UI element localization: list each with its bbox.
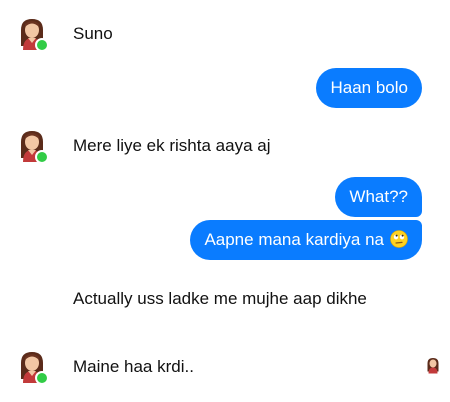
online-status-dot [35, 371, 49, 385]
contact-avatar-icon[interactable] [18, 349, 49, 385]
incoming-message: Actually uss ladke me mujhe aap dikhe [73, 287, 373, 310]
incoming-message: Mere liye ek rishta aaya aj [73, 134, 270, 157]
incoming-message: Maine haa krdi.. [73, 355, 194, 378]
seen-avatar-icon [426, 356, 440, 374]
message-text: Actually uss ladke me mujhe aap dikhe [73, 289, 367, 308]
incoming-message: Suno [73, 22, 113, 45]
message-text: Mere liye ek rishta aaya aj [73, 136, 271, 155]
outgoing-message-bubble[interactable]: Aapne mana kardiya na [190, 220, 422, 260]
outgoing-message-bubble[interactable]: Haan bolo [316, 68, 422, 108]
message-text: What?? [349, 187, 408, 206]
message-text: Maine haa krdi.. [73, 357, 194, 376]
outgoing-message-bubble[interactable]: What?? [335, 177, 422, 217]
face-with-rolling-eyes-icon [390, 230, 408, 248]
contact-avatar-icon[interactable] [18, 128, 49, 164]
contact-avatar-icon[interactable] [18, 16, 49, 52]
online-status-dot [35, 150, 49, 164]
online-status-dot [35, 38, 49, 52]
message-text: Aapne mana kardiya na [204, 230, 384, 249]
message-text: Suno [73, 24, 113, 43]
message-text: Haan bolo [330, 78, 408, 97]
